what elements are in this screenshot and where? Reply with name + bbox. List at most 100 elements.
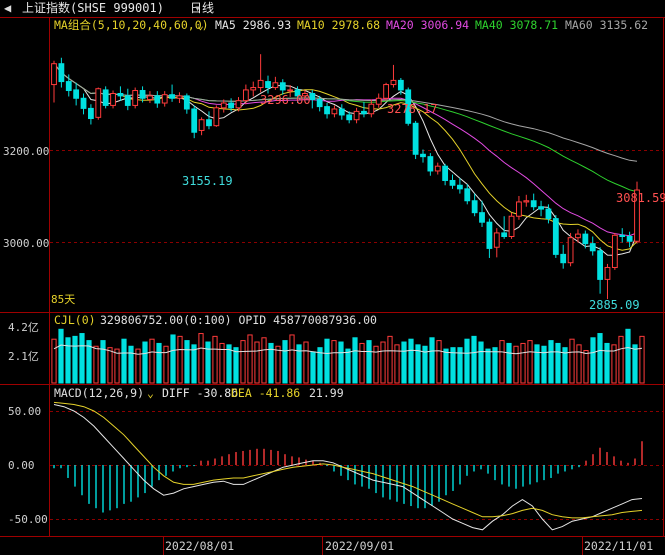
volume-bar xyxy=(128,345,134,384)
candle-up xyxy=(368,103,375,115)
candle-down xyxy=(442,165,449,181)
ma10-value: MA10 2978.68 xyxy=(297,18,380,32)
candle-down xyxy=(265,81,271,89)
candle-down xyxy=(191,108,198,133)
volume-bar xyxy=(625,328,631,384)
candle-down xyxy=(530,200,537,208)
volume-bar xyxy=(366,340,372,384)
candle-down xyxy=(589,243,596,252)
main-legend: MA组合(5,10,20,40,60,0) ⌄ MA5 2986.93 MA10… xyxy=(54,18,648,32)
volume-bar xyxy=(464,338,470,384)
volume-bar xyxy=(72,335,78,384)
volume-bar xyxy=(93,345,99,384)
candle-up xyxy=(604,266,611,280)
candle-down xyxy=(361,110,367,115)
low-annotation-2885: 2885.09 xyxy=(589,298,640,312)
ma40-line xyxy=(53,63,638,193)
volume-bar xyxy=(233,347,239,384)
macd-indicator-label[interactable]: MACD(12,26,9) xyxy=(54,386,144,400)
volume-bar xyxy=(254,341,260,384)
candle-down xyxy=(464,188,471,202)
candle-down xyxy=(626,236,633,242)
candle-up xyxy=(353,110,360,121)
dea-line xyxy=(53,401,643,519)
high-annotation-3296: 3296.00 xyxy=(260,93,311,107)
candle-down xyxy=(316,98,323,108)
volume-bar xyxy=(506,342,512,384)
candle-down xyxy=(183,95,190,110)
volume-bar xyxy=(352,337,358,384)
volume-bar xyxy=(275,345,281,384)
candle-down xyxy=(582,233,589,245)
volume-bar xyxy=(408,338,414,384)
volume-bar xyxy=(247,334,253,384)
macd-diff-value: DIFF -30.86 xyxy=(162,386,238,400)
volume-bar xyxy=(618,335,624,384)
chevron-down-icon[interactable]: ⌄ xyxy=(147,386,154,400)
volume-bar xyxy=(226,344,232,384)
volume-bar xyxy=(555,342,561,384)
vol-tick-mid: 2.1亿 xyxy=(8,350,39,363)
candle-down xyxy=(560,253,567,264)
candle-up xyxy=(198,119,205,131)
stock-chart[interactable]: MA组合(5,10,20,40,60,0) ⌄ MA5 2986.93 MA10… xyxy=(0,0,665,555)
macd-histogram xyxy=(53,441,643,513)
ma20-value: MA20 3006.94 xyxy=(386,18,469,32)
macd-legend: MACD(12,26,9) ⌄ DIFF -30.86 DEA -41.86 2… xyxy=(54,386,344,400)
ma-indicator-label[interactable]: MA组合(5,10,20,40,60,0) xyxy=(54,18,209,32)
candle-down xyxy=(538,206,544,210)
vol-tick-high: 4.2亿 xyxy=(8,321,39,334)
candle-up xyxy=(383,84,389,99)
candle-up xyxy=(51,63,57,86)
volume-bar xyxy=(478,341,484,384)
chevron-down-icon[interactable]: ⌄ xyxy=(197,18,204,32)
volume-bar xyxy=(429,337,435,384)
macd-histogram-value: 21.99 xyxy=(309,386,344,400)
days-label: 85天 xyxy=(51,293,75,306)
ma60-value: MA60 3135.62 xyxy=(565,18,648,32)
candle-down xyxy=(397,79,404,91)
candle-down xyxy=(449,179,456,186)
volume-bar xyxy=(380,341,386,384)
candle-down xyxy=(279,82,286,91)
high-annotation-3278: 3278.17 xyxy=(387,102,438,116)
volume-bar xyxy=(338,341,344,384)
candle-down xyxy=(117,93,124,97)
volume-bar xyxy=(65,337,71,384)
volume-bar xyxy=(324,338,330,384)
ma5-value: MA5 2986.93 xyxy=(215,18,291,32)
candle-up xyxy=(213,107,220,127)
volume-bar xyxy=(583,350,589,384)
date-label-aug: 2022/08/01 xyxy=(165,539,234,553)
candle-up xyxy=(434,165,441,172)
candle-up xyxy=(272,82,279,89)
candle-down xyxy=(619,234,626,238)
volume-bar xyxy=(527,340,533,384)
candle-up xyxy=(390,79,397,86)
candle-up xyxy=(161,94,168,104)
candle-up xyxy=(523,200,530,203)
volume-bar xyxy=(240,340,246,384)
volume-bar xyxy=(79,333,85,384)
date-label-sep: 2022/09/01 xyxy=(325,539,394,553)
candle-down xyxy=(102,89,109,106)
y-axis-labels: 3200.00 3000.00 4.2亿 2.1亿 50.00 0.00 -50… xyxy=(3,145,49,526)
volume-bar xyxy=(282,340,288,384)
volume-bar xyxy=(604,342,610,384)
candle-down xyxy=(456,184,463,190)
candle-up xyxy=(242,89,249,102)
volume-bar xyxy=(121,338,127,384)
candle-up xyxy=(508,215,515,238)
volume-bar xyxy=(513,345,519,384)
volume-bar xyxy=(177,335,183,384)
volume-bar xyxy=(198,333,204,384)
candle-down xyxy=(58,63,65,83)
volume-bar xyxy=(345,348,351,384)
candle-down xyxy=(427,156,434,172)
candle-up xyxy=(375,97,382,105)
y-tick-3000: 3000.00 xyxy=(3,237,49,250)
candle-down xyxy=(80,97,87,109)
volume-bar xyxy=(387,335,393,384)
volume-indicator-label[interactable]: CJL(0) xyxy=(54,313,96,327)
volume-legend: CJL(0) 329806752.00(0:100) OPID 45877008… xyxy=(54,313,377,327)
